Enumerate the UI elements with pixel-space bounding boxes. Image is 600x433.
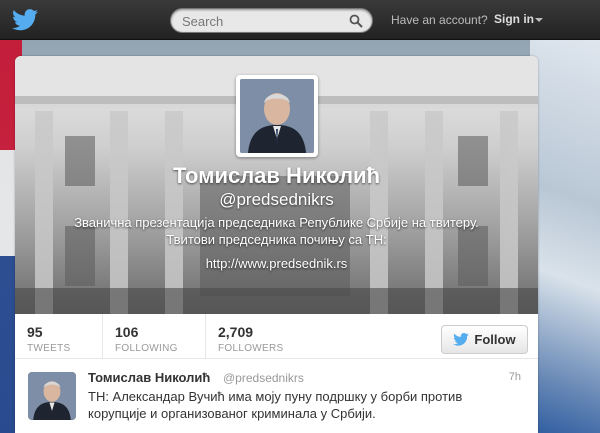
stat-followers[interactable]: 2,709 FOLLOWERS (218, 324, 284, 354)
sign-in-link[interactable]: Sign in (494, 12, 534, 26)
follow-button[interactable]: Follow (441, 325, 528, 354)
profile-handle: @predsednikrs (219, 190, 334, 209)
profile-avatar[interactable] (236, 75, 318, 157)
twitter-bird-small-icon (453, 333, 470, 346)
search-box[interactable] (170, 8, 373, 33)
profile-name: Томислав Николић (172, 163, 381, 188)
caret-down-icon[interactable] (535, 18, 543, 22)
profile-card: Томислав Николић @predsednikrs Званична … (15, 56, 538, 433)
stat-tweets[interactable]: 95 TWEETS (27, 324, 70, 354)
search-input[interactable] (182, 13, 342, 29)
stat-following-label: FOLLOWING (115, 343, 178, 354)
top-navigation-bar: Have an account? Sign in (0, 0, 600, 40)
background-decoration (530, 40, 600, 433)
have-account-text: Have an account? (391, 13, 488, 27)
tweet-author-name[interactable]: Томислав Николић (88, 370, 210, 385)
tweet-timestamp[interactable]: 7h (509, 371, 521, 383)
stat-tweets-label: TWEETS (27, 343, 71, 354)
avatar-photo (240, 79, 314, 153)
stat-divider (102, 314, 103, 359)
tweet-item[interactable]: Томислав Николић @predsednikrs 7h ТН: Ал… (15, 360, 538, 433)
stat-divider (205, 314, 206, 359)
stat-tweets-value: 95 (27, 324, 43, 340)
tweet-avatar-photo (28, 372, 76, 420)
profile-url-link[interactable]: http://www.predsednik.rs (15, 256, 538, 271)
tweet-author-handle[interactable]: @predsednikrs (223, 371, 304, 385)
tweet-avatar[interactable] (28, 372, 76, 420)
twitter-bird-icon[interactable] (12, 9, 38, 31)
follow-button-label: Follow (474, 332, 516, 347)
profile-bio: Званична презентација председника Републ… (74, 215, 479, 247)
tweet-text: ТН: Александар Вучић има моју пуну подрш… (88, 389, 463, 421)
search-icon[interactable] (349, 14, 363, 28)
stat-followers-label: FOLLOWERS (218, 343, 284, 354)
stat-followers-value: 2,709 (218, 324, 254, 340)
stat-following-value: 106 (115, 324, 139, 340)
stat-following[interactable]: 106 FOLLOWING (115, 324, 178, 354)
